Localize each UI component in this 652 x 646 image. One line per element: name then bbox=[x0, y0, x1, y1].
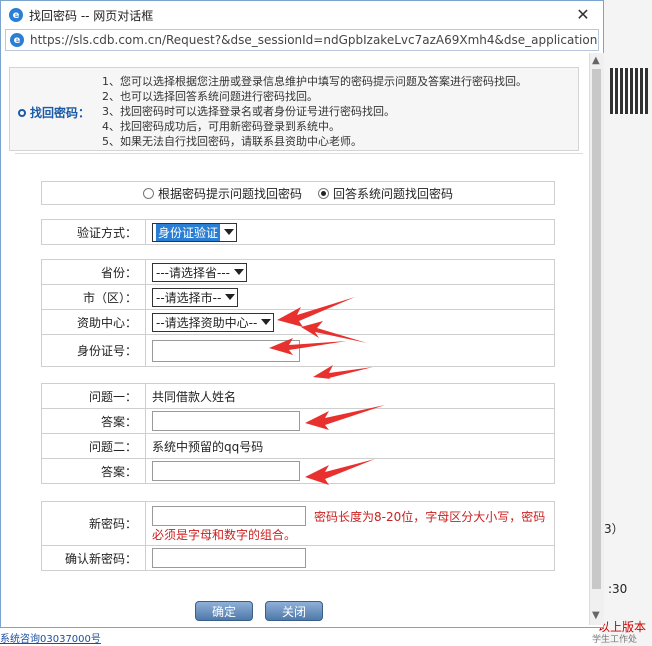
tips-label: 找回密码： bbox=[18, 104, 90, 121]
radio-label: 回答系统问题找回密码 bbox=[333, 186, 454, 201]
province-label: 省份： bbox=[41, 259, 146, 285]
answer2-label: 答案： bbox=[41, 458, 146, 484]
tip-item: 3、找回密码时可以选择登录名或者身份证号进行密码找回。 bbox=[102, 105, 395, 118]
center-label: 资助中心： bbox=[41, 309, 146, 335]
mode-selector: 根据密码提示问题找回密码 回答系统问题找回密码 bbox=[41, 181, 555, 205]
radio-unchecked-icon[interactable] bbox=[142, 187, 154, 199]
id-number-label: 身份证号： bbox=[41, 334, 146, 367]
red-arrow-icon bbox=[313, 365, 373, 379]
chevron-down-icon bbox=[225, 294, 236, 300]
chevron-down-icon bbox=[233, 269, 244, 275]
scroll-up-icon[interactable]: ▲ bbox=[592, 55, 600, 66]
red-arrow-icon bbox=[301, 321, 367, 343]
password-hint-line2: 必须是字母和数字的组合。 bbox=[152, 527, 297, 542]
table-row: 答案： bbox=[41, 408, 555, 434]
radio-hint-question[interactable]: 根据密码提示问题找回密码 bbox=[142, 185, 302, 202]
aid-center-select[interactable]: --请选择资助中心-- bbox=[152, 312, 275, 332]
table-row: 答案： bbox=[41, 458, 555, 484]
table-row: 新密码： 密码长度为8-20位，字母区分大小写，密码 必须是字母和数字的组合。 bbox=[41, 501, 555, 546]
new-password-row: 密码长度为8-20位，字母区分大小写，密码 bbox=[152, 504, 554, 526]
close-icon[interactable]: ✕ bbox=[573, 5, 593, 24]
new-password-label: 新密码： bbox=[41, 501, 146, 546]
password-table: 新密码： 密码长度为8-20位，字母区分大小写，密码 必须是字母和数字的组合。 … bbox=[41, 501, 555, 571]
password-hint-line1: 密码长度为8-20位，字母区分大小写，密码 bbox=[314, 509, 546, 524]
select-value: 身份证验证 bbox=[156, 223, 221, 241]
answer1-input[interactable] bbox=[152, 411, 300, 431]
select-value: --请选择资助中心-- bbox=[156, 315, 258, 330]
chevron-down-icon bbox=[261, 319, 272, 325]
radio-checked-icon[interactable] bbox=[318, 187, 329, 199]
tip-item: 1、您可以选择根据您注册或登录信息维护中填写的密码提示问题及答案进行密码找回。 bbox=[102, 75, 527, 88]
qr-code-image bbox=[610, 68, 648, 114]
tips-box: 找回密码： 1、您可以选择根据您注册或登录信息维护中填写的密码提示问题及答案进行… bbox=[9, 67, 579, 151]
answer2-input[interactable] bbox=[152, 461, 300, 481]
city-select[interactable]: --请选择市-- bbox=[152, 287, 239, 307]
table-row: 省份： ---请选择省--- bbox=[41, 259, 555, 285]
city-label: 市（区）： bbox=[41, 284, 146, 310]
vertical-scrollbar[interactable]: ▲ ▼ bbox=[589, 53, 604, 625]
confirm-password-label: 确认新密码： bbox=[41, 545, 146, 571]
province-select[interactable]: ---请选择省--- bbox=[152, 262, 247, 282]
dialog-titlebar: e 找回密码 -- 网页对话框 bbox=[1, 1, 603, 29]
question1-label: 问题一： bbox=[41, 383, 146, 409]
radio-system-question[interactable]: 回答系统问题找回密码 bbox=[318, 185, 453, 202]
radio-label: 根据密码提示问题找回密码 bbox=[157, 186, 302, 201]
table-row: 问题二： 系统中预留的qq号码 bbox=[41, 433, 555, 459]
table-row: 问题一： 共同借款人姓名 bbox=[41, 383, 555, 409]
background-time: :30 bbox=[608, 582, 628, 596]
close-button[interactable]: 关闭 bbox=[265, 601, 323, 621]
scroll-down-icon[interactable]: ▼ bbox=[592, 610, 600, 621]
tip-item: 2、也可以选择回答系统问题进行密码找回。 bbox=[102, 90, 318, 103]
background-gray-text: 学生工作处 bbox=[592, 635, 638, 645]
verify-label: 验证方式： bbox=[41, 219, 146, 245]
province-cell: ---请选择省--- bbox=[145, 259, 555, 285]
red-arrow-icon bbox=[305, 459, 375, 485]
background-text: 3） bbox=[604, 522, 624, 536]
bullet-icon bbox=[18, 108, 26, 117]
address-bar[interactable]: e https://sls.cdb.com.cn/Request?&dse_se… bbox=[5, 29, 599, 51]
tips-list: 1、您可以选择根据您注册或登录信息维护中填写的密码提示问题及答案进行密码找回。 … bbox=[102, 74, 527, 149]
divider bbox=[15, 153, 583, 154]
answer1-label: 答案： bbox=[41, 408, 146, 434]
table-row: 验证方式： 身份证验证 bbox=[41, 219, 555, 245]
background-link[interactable]: 系统咨询03037000号 bbox=[0, 630, 101, 645]
dialog-content: 找回密码： 1、您可以选择根据您注册或登录信息维护中填写的密码提示问题及答案进行… bbox=[5, 53, 587, 625]
tip-item: 5、如果无法自行找回密码，请联系县资助中心老师。 bbox=[102, 135, 362, 148]
confirm-password-cell bbox=[145, 545, 555, 571]
new-password-input[interactable] bbox=[152, 505, 306, 526]
confirm-password-input[interactable] bbox=[152, 548, 306, 568]
verify-cell: 身份证验证 bbox=[145, 219, 555, 245]
verify-method-select[interactable]: 身份证验证 bbox=[152, 222, 238, 242]
question2-label: 问题二： bbox=[41, 433, 146, 459]
select-value: --请选择市-- bbox=[156, 290, 222, 305]
tip-item: 4、找回密码成功后，可用新密码登录到系统中。 bbox=[102, 120, 340, 133]
red-arrow-icon bbox=[305, 405, 385, 430]
table-row: 确认新密码： bbox=[41, 545, 555, 571]
dialog-title: 找回密码 -- 网页对话框 bbox=[29, 8, 154, 23]
question-table: 问题一： 共同借款人姓名 答案： 问题二： 系统中预留的qq号码 答案： bbox=[41, 383, 555, 484]
ie-icon: e bbox=[10, 33, 24, 47]
verify-table: 验证方式： 身份证验证 bbox=[41, 219, 555, 245]
question2-text: 系统中预留的qq号码 bbox=[145, 433, 555, 459]
address-url: https://sls.cdb.com.cn/Request?&dse_sess… bbox=[30, 33, 599, 47]
scroll-thumb[interactable] bbox=[592, 69, 601, 589]
ok-button[interactable]: 确定 bbox=[195, 601, 253, 621]
password-hint: 密码长度为8-20位，字母区分大小写，密码 bbox=[314, 504, 545, 526]
chevron-down-icon bbox=[224, 229, 235, 235]
new-password-cell: 密码长度为8-20位，字母区分大小写，密码 必须是字母和数字的组合。 bbox=[145, 501, 555, 546]
select-value: ---请选择省--- bbox=[156, 265, 230, 280]
tips-label-text: 找回密码： bbox=[30, 106, 91, 120]
find-password-dialog: e 找回密码 -- 网页对话框 ✕ e https://sls.cdb.com.… bbox=[0, 0, 604, 628]
ie-icon: e bbox=[9, 8, 23, 22]
